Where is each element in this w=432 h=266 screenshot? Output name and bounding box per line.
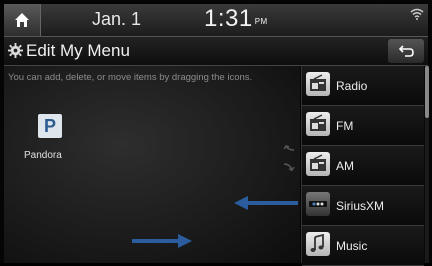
radio-icon bbox=[306, 72, 330, 96]
clock: 1:31 PM bbox=[204, 5, 268, 33]
back-button[interactable] bbox=[388, 39, 424, 63]
drag-direction-arrow-right bbox=[132, 234, 192, 248]
home-icon bbox=[15, 13, 29, 27]
menu-item-am[interactable]: AM bbox=[302, 146, 424, 186]
menu-item-label: Radio bbox=[336, 79, 368, 93]
menu-item-label: AM bbox=[336, 159, 354, 173]
date-label: Jan. 1 bbox=[92, 9, 142, 29]
meridiem-label: PM bbox=[254, 17, 268, 26]
home-button[interactable] bbox=[4, 4, 41, 36]
title-bar: Edit My Menu bbox=[4, 37, 428, 66]
music-icon bbox=[306, 232, 330, 256]
scroll-thumb[interactable] bbox=[425, 66, 429, 118]
menu-item-music[interactable]: Music bbox=[302, 226, 424, 266]
status-bar: Jan. 1 1:31 PM bbox=[4, 4, 428, 37]
pandora-icon[interactable]: P bbox=[38, 114, 62, 138]
pandora-label: Pandora bbox=[24, 150, 62, 161]
wifi-icon bbox=[410, 8, 424, 20]
page-title: Edit My Menu bbox=[26, 41, 130, 60]
menu-item-radio[interactable]: Radio bbox=[302, 66, 424, 106]
menu-item-label: SiriusXM bbox=[336, 199, 385, 213]
instruction-text: You can add, delete, or move items by dr… bbox=[8, 72, 253, 83]
siriusxm-icon bbox=[306, 192, 330, 216]
my-menu-list: Radio FM AM SiriusXM Music bbox=[301, 66, 429, 266]
menu-item-label: Music bbox=[336, 239, 368, 253]
menu-scrollbar[interactable] bbox=[425, 66, 429, 263]
radio-icon bbox=[306, 152, 330, 176]
gear-icon bbox=[8, 43, 23, 58]
time-label: 1:31 bbox=[204, 5, 253, 32]
back-icon bbox=[398, 45, 414, 57]
menu-item-label: FM bbox=[336, 119, 354, 133]
drag-direction-arrow-left bbox=[234, 196, 298, 210]
drag-arrows-icon bbox=[283, 144, 295, 172]
pandora-glyph: P bbox=[43, 115, 56, 136]
menu-item-siriusxm[interactable]: SiriusXM bbox=[302, 186, 424, 226]
menu-item-fm[interactable]: FM bbox=[302, 106, 424, 146]
screen: Jan. 1 1:31 PM Edit My Menu You can add,… bbox=[0, 0, 432, 266]
radio-icon bbox=[306, 112, 330, 136]
